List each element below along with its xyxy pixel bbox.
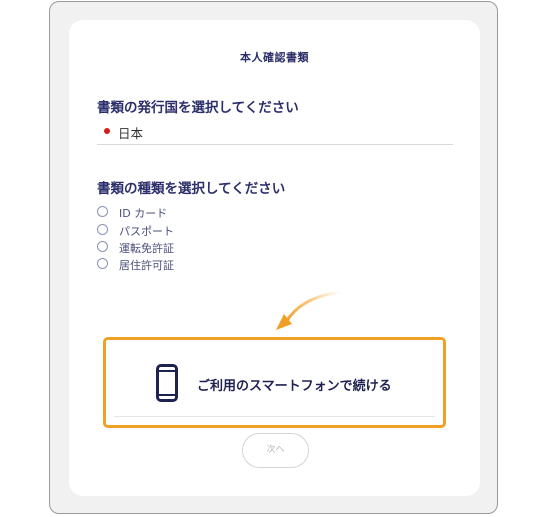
cta-divider xyxy=(114,416,435,417)
radio-label: 居住許可証 xyxy=(119,259,174,272)
country-heading: 書類の発行国を選択してください xyxy=(97,100,299,116)
radio-option-passport[interactable]: パスポート xyxy=(97,223,297,239)
radio-circle-icon[interactable] xyxy=(97,206,108,217)
country-value: 日本 xyxy=(118,126,144,141)
page-title: 本人確認書類 xyxy=(240,51,309,64)
radio-label: 運転免許証 xyxy=(119,242,174,255)
radio-circle-icon[interactable] xyxy=(97,258,108,269)
radio-option-drivers-license[interactable]: 運転免許証 xyxy=(97,240,297,256)
radio-option-id-card[interactable]: ID カード xyxy=(97,205,297,221)
radio-circle-icon[interactable] xyxy=(97,241,108,252)
pointer-arrow-icon xyxy=(276,290,342,330)
country-select[interactable]: 日本 xyxy=(97,120,453,145)
continue-on-smartphone-button[interactable]: ご利用のスマートフォンで続ける xyxy=(103,337,446,428)
cta-label: ご利用のスマートフォンで続ける xyxy=(197,379,392,394)
next-button[interactable]: 次へ xyxy=(242,433,309,468)
smartphone-icon xyxy=(156,364,178,402)
radio-label: パスポート xyxy=(119,225,174,238)
document-type-heading: 書類の種類を選択してください xyxy=(97,181,286,197)
radio-label: ID カード xyxy=(119,207,168,220)
radio-circle-icon[interactable] xyxy=(97,224,108,235)
japan-flag-icon xyxy=(101,127,113,135)
